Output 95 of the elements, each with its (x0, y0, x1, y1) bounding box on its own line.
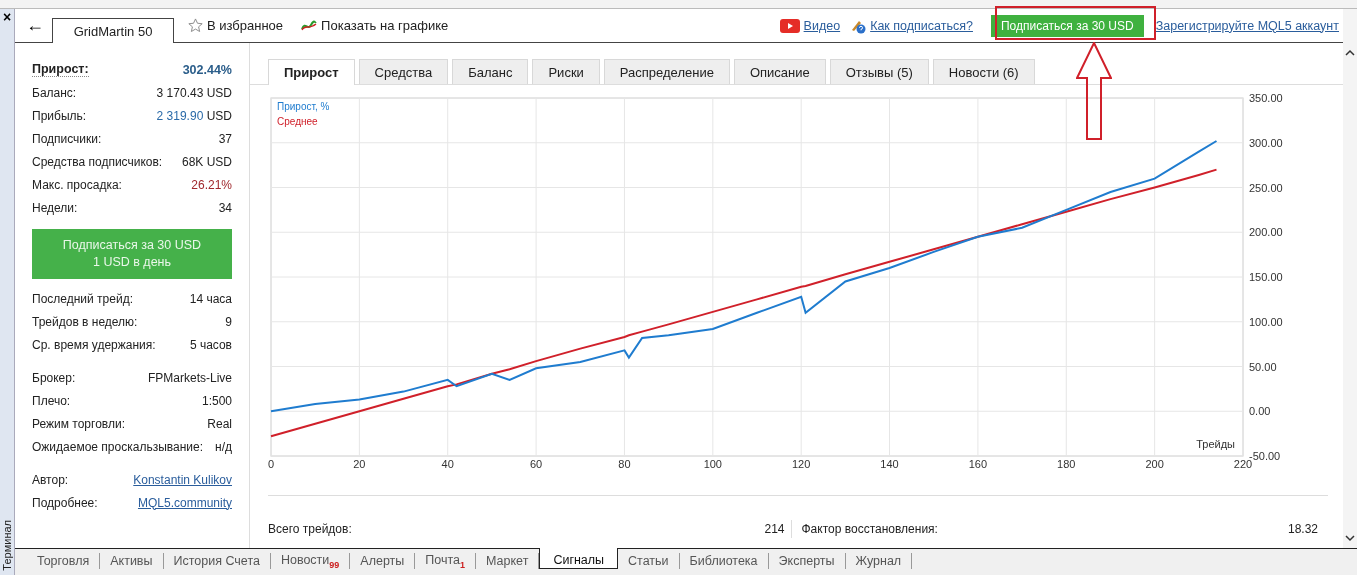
stat-value: 18.32 (1287, 522, 1318, 536)
stat-value: 37 (218, 131, 232, 146)
terminal-tab[interactable]: Торговля (27, 553, 101, 569)
x-tick-label: 60 (529, 458, 543, 470)
stat-label: Режим торговли: (32, 416, 125, 431)
stat-value: 3 170.43 USD (156, 85, 232, 100)
count-label: 99 (329, 559, 340, 570)
stat-label: Подробнее: (32, 495, 98, 510)
stat-label: Трейдов в неделю: (32, 314, 138, 329)
stat-label: Плечо: (32, 393, 71, 408)
stat-label: Ожидаемое проскальзывание: (32, 439, 203, 454)
legend-label: Среднее (277, 116, 318, 127)
stat-label: Макс. просадка: (32, 177, 122, 192)
x-tick-label: 80 (618, 458, 631, 470)
chart-tab[interactable]: Описание (733, 59, 826, 84)
terminal-tab[interactable]: Активы (100, 553, 164, 569)
video-link[interactable]: Видео (803, 18, 841, 33)
chart-line-icon (301, 19, 318, 32)
show-on-chart-button[interactable]: Показать на графике (297, 9, 453, 42)
y-tick-label: 100.00 (1249, 315, 1283, 328)
stat-value: 1:500 (201, 393, 232, 408)
chart-tab[interactable]: Баланс (452, 59, 529, 84)
y-tick-label: 200.00 (1249, 226, 1283, 239)
x-tick-label: 140 (880, 458, 899, 470)
stat-label: Автор: (32, 472, 69, 487)
y-tick-label: 300.00 (1249, 136, 1283, 149)
terminal-tab[interactable]: Библиотека (679, 553, 769, 569)
legend-label: Прирост, % (277, 101, 330, 112)
x-tick-label: 220 (1233, 458, 1253, 470)
terminal-tab[interactable]: Почта$_{1}$ (415, 553, 477, 569)
x-axis-label: Трейды (1196, 438, 1235, 450)
star-icon (188, 18, 203, 33)
x-tick-label: 20 (353, 458, 366, 470)
chart-tab[interactable]: Новости (6) (932, 59, 1035, 84)
profile-link[interactable]: MQL5.community (137, 495, 232, 510)
terminal-tab[interactable]: Журнал (845, 553, 913, 569)
y-tick-label: 50.00 (1249, 360, 1277, 373)
stat-value: 26.21% (191, 177, 232, 192)
chart-tab[interactable]: Риски (532, 59, 600, 84)
stat-value: 5 часов (189, 337, 232, 352)
x-tick-label: 100 (703, 458, 722, 470)
terminal-tab[interactable]: История Счета (163, 553, 271, 569)
panel-label: Терминал (1, 520, 13, 571)
x-tick-label: 180 (1057, 458, 1076, 470)
y-tick-label: 150.00 (1249, 271, 1283, 283)
stat-label: Баланс: (32, 85, 77, 100)
stat-value: 2 319.90 (156, 108, 204, 123)
register-link[interactable]: Зарегистрируйте MQL5 аккаунт (1155, 18, 1343, 33)
favorite-button[interactable]: В избранное (184, 9, 288, 42)
x-tick-label: 40 (441, 458, 454, 470)
chart-tab[interactable]: Отзывы (5) (829, 59, 929, 84)
stat-unit: USD (206, 108, 232, 123)
stat-value: Real (207, 416, 232, 431)
y-tick-label: 0.00 (1249, 405, 1271, 418)
chart-tab[interactable]: Распределение (603, 59, 730, 84)
stat-label: Фактор восстановления: (801, 522, 938, 536)
terminal-tab[interactable]: Алерты (350, 553, 416, 569)
terminal-tab[interactable]: Эксперты (768, 553, 846, 569)
scrollbar[interactable] (1343, 9, 1357, 548)
chart-tab[interactable]: Прирост (268, 59, 355, 85)
stat-label: Средства подписчиков: (32, 154, 163, 169)
stat-label: Ср. время удержания: (32, 337, 156, 352)
x-tick-label: 200 (1145, 458, 1164, 470)
stat-label: Подписчики: (32, 131, 102, 146)
scroll-up-icon[interactable] (1345, 49, 1355, 56)
x-tick-label: 160 (968, 458, 988, 470)
how-to-subscribe-link[interactable]: Как подписаться? (870, 18, 973, 33)
stat-label: Прирост: (32, 62, 89, 77)
stat-label: Всего трейдов: (268, 522, 352, 536)
count-label: 1 (460, 559, 466, 570)
stat-label: Недели: (32, 200, 78, 215)
y-tick-label: 350.00 (1249, 93, 1283, 104)
profile-link[interactable]: Konstantin Kulikov (133, 472, 232, 487)
chart-tab[interactable]: Средства (358, 59, 449, 84)
stat-label: Брокер: (32, 370, 76, 385)
terminal-tab[interactable]: Статьи (618, 553, 680, 569)
close-button[interactable]: × (2, 11, 12, 23)
x-tick-label: 120 (792, 458, 811, 470)
stat-value: н/д (215, 439, 232, 454)
terminal-tab[interactable]: Новости$_{99}$ (270, 553, 351, 569)
stat-value: 214 (764, 522, 785, 536)
stat-label: Последний трейд: (32, 291, 133, 306)
scroll-down-icon[interactable] (1345, 535, 1355, 542)
stat-value: 9 (225, 314, 232, 329)
video-icon (779, 18, 800, 33)
y-tick-label: 250.00 (1249, 181, 1283, 194)
stat-value: FPMarkets-Live (147, 370, 232, 385)
title-tab[interactable]: GridMartin 50 (52, 18, 174, 43)
stat-value: 34 (218, 200, 232, 215)
stat-value: 302.44% (182, 62, 232, 77)
stat-value: 14 часа (189, 291, 232, 306)
stat-label: Прибыль: (32, 108, 87, 123)
stat-value: 68K USD (181, 154, 232, 169)
terminal-tab[interactable]: Сигналы (539, 548, 619, 569)
x-tick-label: 0 (268, 458, 275, 470)
